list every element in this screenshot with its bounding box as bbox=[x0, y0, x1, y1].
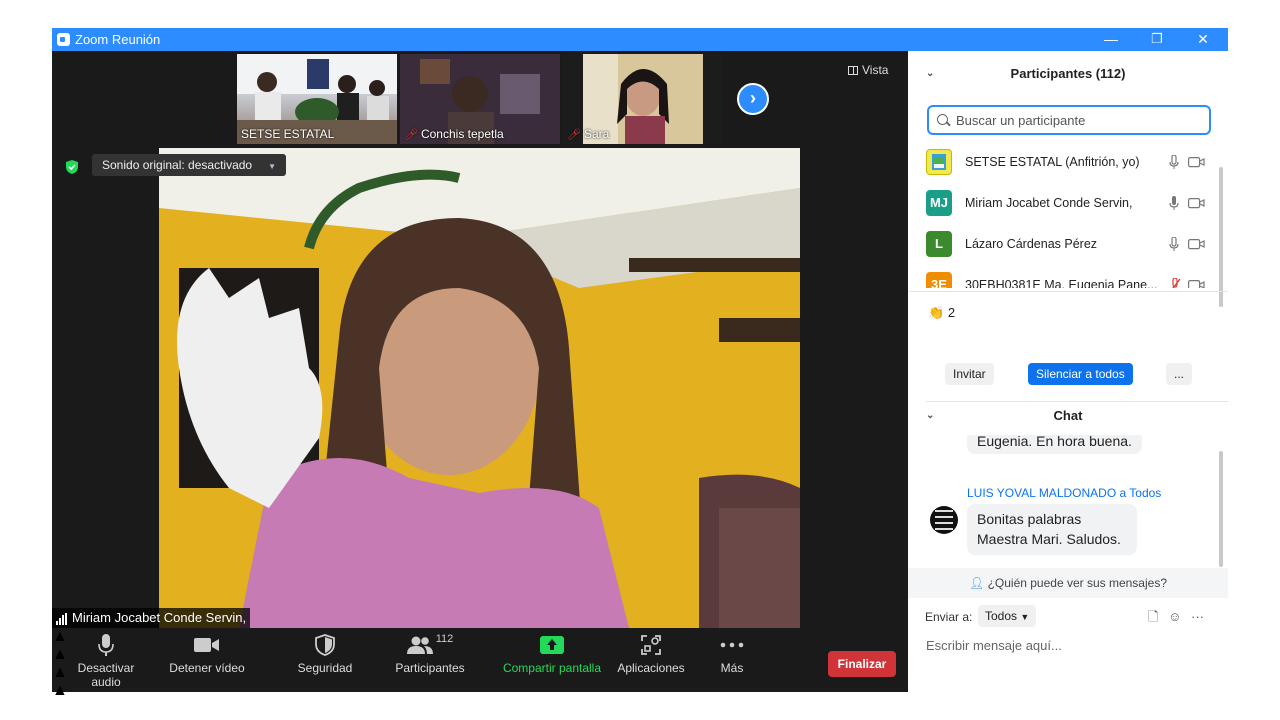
chat-header: ⌄ Chat bbox=[926, 408, 1083, 423]
muted-mic-icon: 🎤︎ bbox=[567, 129, 581, 141]
thumbnail-name: Conchis tepetla bbox=[420, 127, 504, 141]
video-camera-icon bbox=[194, 638, 219, 652]
participant-row[interactable]: SETSE ESTATAL (Anfitrión, yo) bbox=[926, 143, 1216, 184]
person-visibility-icon: 👤︎ bbox=[968, 576, 985, 590]
microphone-icon[interactable] bbox=[1169, 155, 1179, 170]
participant-name: Lázaro Cárdenas Pérez bbox=[965, 237, 1098, 251]
avatar: MJ bbox=[926, 190, 952, 216]
avatar: 3E bbox=[926, 272, 952, 288]
signal-strength-icon bbox=[56, 610, 68, 625]
more-dots-icon bbox=[720, 642, 744, 648]
mute-audio-button[interactable]: Desactivar audio bbox=[62, 628, 150, 692]
stop-video-button[interactable]: Detener vídeo bbox=[162, 628, 252, 692]
file-icon[interactable]: 🗋 bbox=[1148, 609, 1158, 624]
share-screen-button[interactable]: Compartir pantalla bbox=[500, 628, 604, 692]
microphone-icon[interactable] bbox=[1169, 196, 1179, 211]
avatar bbox=[930, 506, 958, 534]
title-bar: Zoom Reunión — ❐ ✕ bbox=[52, 28, 1228, 51]
participants-header: ⌄ Participantes (112) bbox=[908, 51, 1228, 96]
chat-message: Bonitas palabras Maestra Mari. Saludos. bbox=[967, 504, 1137, 555]
apps-button[interactable]: Aplicaciones bbox=[612, 628, 690, 692]
participant-name: Miriam Jocabet Conde Servin, bbox=[965, 196, 1133, 210]
mute-all-button[interactable]: Silenciar a todos bbox=[1028, 363, 1133, 385]
meeting-toolbar: Desactivar audio ▲ Detener vídeo ▲ Segur… bbox=[52, 628, 908, 699]
zoom-window: Zoom Reunión — ❐ ✕ SETSE ESTATAL 🎤︎ Conc… bbox=[52, 28, 1228, 699]
participants-count: 112 bbox=[435, 633, 454, 645]
participant-name: 30EBH0381E Ma. Eugenia Pane... bbox=[965, 278, 1158, 288]
participant-row[interactable]: 3E 30EBH0381E Ma. Eugenia Pane... bbox=[926, 266, 1216, 288]
who-can-see-link[interactable]: 👤︎ ¿Quién puede ver sus mensajes? bbox=[908, 568, 1228, 598]
chat-message: Eugenia. En hora buena. bbox=[967, 435, 1142, 454]
participant-search-input[interactable] bbox=[954, 112, 1208, 129]
video-thumbnail[interactable]: 🎤︎ Conchis tepetla bbox=[400, 54, 560, 144]
microphone-icon bbox=[98, 634, 114, 656]
reaction-counter: 👏 2 bbox=[928, 305, 956, 320]
setse-logo-icon bbox=[932, 154, 946, 170]
muted-mic-icon: 🎤︎ bbox=[404, 129, 418, 141]
chat-scrollbar[interactable] bbox=[1219, 451, 1223, 567]
chevron-down-icon: ▼ bbox=[268, 162, 277, 171]
participants-list: SETSE ESTATAL (Anfitrión, yo) MJ Miriam … bbox=[908, 143, 1218, 288]
muted-mic-icon[interactable] bbox=[1169, 278, 1181, 288]
participant-row[interactable]: MJ Miriam Jocabet Conde Servin, bbox=[926, 184, 1216, 225]
meeting-area: SETSE ESTATAL 🎤︎Conchis tepetla 🎤︎Sara bbox=[52, 51, 908, 699]
next-page-button[interactable]: › bbox=[737, 83, 769, 115]
participant-name: SETSE ESTATAL (Anfitrión, yo) bbox=[965, 155, 1140, 169]
minimize-button[interactable]: — bbox=[1088, 28, 1134, 51]
window-title: Zoom Reunión bbox=[75, 32, 161, 47]
avatar: L bbox=[926, 231, 952, 257]
participant-row[interactable]: L Lázaro Cárdenas Pérez bbox=[926, 225, 1216, 266]
recipient-dropdown[interactable]: Todos ▼ bbox=[978, 605, 1037, 627]
main-speaker-video bbox=[159, 148, 800, 628]
video-camera-icon[interactable] bbox=[1188, 197, 1205, 209]
send-to-label: Enviar a: bbox=[925, 610, 973, 624]
thumbnail-name: Sara bbox=[583, 127, 610, 141]
close-button[interactable]: ✕ bbox=[1180, 28, 1226, 51]
end-meeting-button[interactable]: Finalizar bbox=[828, 651, 896, 677]
view-button[interactable]: Vista bbox=[848, 63, 888, 77]
microphone-icon[interactable] bbox=[1169, 237, 1179, 252]
avatar bbox=[926, 149, 952, 175]
search-icon bbox=[937, 114, 948, 125]
original-sound-toggle[interactable]: Sonido original: desactivado ▼ bbox=[92, 154, 287, 176]
encryption-shield-icon[interactable] bbox=[65, 160, 79, 174]
security-shield-icon bbox=[315, 634, 335, 656]
speaker-name-tag: Miriam Jocabet Conde Servin, bbox=[52, 608, 251, 628]
video-thumbnail[interactable]: 🎤︎ Sara bbox=[563, 54, 723, 144]
participants-icon bbox=[406, 636, 433, 654]
video-camera-icon[interactable] bbox=[1188, 238, 1205, 250]
apps-icon bbox=[641, 635, 661, 655]
zoom-app-icon bbox=[57, 33, 70, 46]
chat-sender: LUIS YOVAL MALDONADO a Todos bbox=[967, 486, 1162, 500]
invite-button[interactable]: Invitar bbox=[945, 363, 994, 385]
participants-button[interactable]: 112 Participantes bbox=[390, 628, 470, 692]
thumbnail-name: SETSE ESTATAL bbox=[241, 127, 335, 141]
more-button[interactable]: Más bbox=[708, 628, 756, 692]
video-camera-icon[interactable] bbox=[1188, 156, 1205, 168]
video-thumbnail[interactable]: SETSE ESTATAL bbox=[237, 54, 397, 144]
grid-view-icon bbox=[848, 66, 858, 75]
share-screen-icon bbox=[540, 636, 564, 654]
speaker-scene bbox=[159, 148, 800, 628]
chevron-down-icon: ▼ bbox=[1020, 612, 1030, 622]
clapping-hands-icon: 👏 bbox=[928, 305, 945, 320]
restore-button[interactable]: ❐ bbox=[1134, 28, 1180, 51]
chat-more-icon[interactable]: ··· bbox=[1191, 609, 1204, 624]
video-camera-icon[interactable] bbox=[1188, 279, 1205, 288]
participant-search[interactable] bbox=[927, 105, 1211, 135]
side-panel: ⌄ Participantes (112) SETSE ESTATAL (Anf… bbox=[908, 51, 1228, 692]
security-button[interactable]: Seguridad bbox=[290, 628, 360, 692]
emoji-icon[interactable]: ☺ bbox=[1168, 609, 1181, 624]
collapse-participants-chevron-icon[interactable]: ⌄ bbox=[926, 51, 934, 96]
participants-more-button[interactable]: ... bbox=[1166, 363, 1193, 385]
participants-scrollbar[interactable] bbox=[1218, 161, 1224, 311]
chat-message-input[interactable] bbox=[924, 637, 1218, 654]
collapse-chat-chevron-icon[interactable]: ⌄ bbox=[926, 410, 934, 421]
